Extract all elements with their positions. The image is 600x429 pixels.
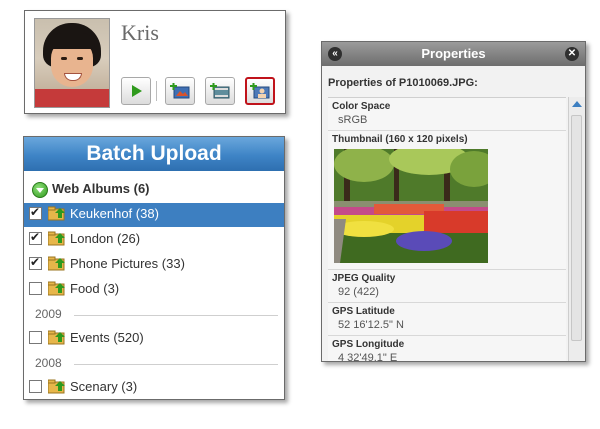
album-checkbox[interactable] xyxy=(29,255,42,270)
add-person-button[interactable] xyxy=(245,77,275,105)
folder-upload-icon xyxy=(48,281,65,296)
album-label: London (26) xyxy=(70,231,141,246)
property-label: Color Space xyxy=(332,101,391,112)
folder-upload-icon xyxy=(48,231,65,246)
scroll-thumb[interactable] xyxy=(571,115,582,341)
year-header-2008: 2008 xyxy=(35,356,62,370)
album-label: Food (3) xyxy=(70,281,120,296)
property-value: 4 32'49.1" E xyxy=(338,352,398,362)
folder-upload-icon xyxy=(48,206,65,221)
property-label: GPS Longitude xyxy=(332,339,405,350)
properties-panel: « Properties ✕ Properties of P1010069.JP… xyxy=(321,41,586,362)
property-color-space: Color Space sRGB xyxy=(328,98,566,131)
album-label: Scenary (3) xyxy=(70,379,138,394)
year-divider xyxy=(74,315,278,316)
folder-upload-icon xyxy=(48,330,65,345)
property-gps-latitude: GPS Latitude 52 16'12.5" N xyxy=(328,303,566,336)
profile-panel: Kris xyxy=(24,10,286,114)
collapse-button[interactable]: « xyxy=(328,47,342,61)
double-chevron-left-icon: « xyxy=(332,48,338,59)
album-label: Phone Pictures (33) xyxy=(70,256,185,271)
album-checkbox[interactable] xyxy=(29,230,42,245)
add-photo-icon xyxy=(170,83,190,99)
property-thumbnail: Thumbnail (160 x 120 pixels) xyxy=(328,131,566,270)
property-value: 52 16'12.5" N xyxy=(338,319,404,331)
album-row-phone-pictures[interactable]: Phone Pictures (33) xyxy=(24,253,284,277)
toolbar-separator xyxy=(156,81,157,101)
property-label: Thumbnail (160 x 120 pixels) xyxy=(332,134,468,145)
album-checkbox[interactable] xyxy=(29,282,42,295)
year-divider xyxy=(74,364,278,365)
thumbnail-image xyxy=(334,149,488,263)
property-value: sRGB xyxy=(338,114,368,126)
property-label: GPS Latitude xyxy=(332,306,395,317)
year-header-2009: 2009 xyxy=(35,307,62,321)
expand-arrow-icon[interactable] xyxy=(32,182,48,198)
close-icon: ✕ xyxy=(567,48,577,59)
web-albums-header[interactable]: Web Albums (6) xyxy=(24,179,284,201)
properties-title: Properties xyxy=(421,46,486,61)
scroll-up-arrow-icon[interactable] xyxy=(572,101,582,107)
property-jpeg-quality: JPEG Quality 92 (422) xyxy=(328,270,566,303)
avatar xyxy=(34,18,110,108)
property-value: 92 (422) xyxy=(338,286,379,298)
album-row-food[interactable]: Food (3) xyxy=(24,278,284,302)
play-icon xyxy=(132,85,142,97)
add-person-icon xyxy=(250,83,270,99)
properties-list: Color Space sRGB Thumbnail (160 x 120 pi… xyxy=(328,97,566,362)
album-label: Events (520) xyxy=(70,330,144,345)
album-checkbox[interactable] xyxy=(29,331,42,344)
album-row-scenary[interactable]: Scenary (3) xyxy=(24,376,284,399)
album-row-events[interactable]: Events (520) xyxy=(24,327,284,351)
add-photo-button[interactable] xyxy=(165,77,195,105)
close-button[interactable]: ✕ xyxy=(565,47,579,61)
properties-heading: Properties of P1010069.JPG: xyxy=(328,77,478,89)
album-row-london[interactable]: London (26) xyxy=(24,228,284,252)
properties-scrollbar[interactable] xyxy=(568,97,585,361)
property-label: JPEG Quality xyxy=(332,273,396,284)
batch-upload-panel: Batch Upload Web Albums (6) Keukenhof (3… xyxy=(23,136,285,400)
web-albums-label: Web Albums (6) xyxy=(52,181,150,196)
add-video-icon xyxy=(210,83,230,99)
slideshow-button[interactable] xyxy=(121,77,151,105)
add-video-button[interactable] xyxy=(205,77,235,105)
properties-titlebar: « Properties ✕ xyxy=(322,42,585,66)
album-row-keukenhof[interactable]: Keukenhof (38) xyxy=(24,203,284,227)
album-checkbox[interactable] xyxy=(29,380,42,393)
album-checkbox[interactable] xyxy=(29,205,42,220)
property-gps-longitude: GPS Longitude 4 32'49.1" E xyxy=(328,336,566,362)
folder-upload-icon xyxy=(48,256,65,271)
profile-name: Kris xyxy=(121,20,159,45)
batch-upload-title: Batch Upload xyxy=(24,137,284,171)
folder-upload-icon xyxy=(48,379,65,394)
album-label: Keukenhof (38) xyxy=(70,206,159,221)
